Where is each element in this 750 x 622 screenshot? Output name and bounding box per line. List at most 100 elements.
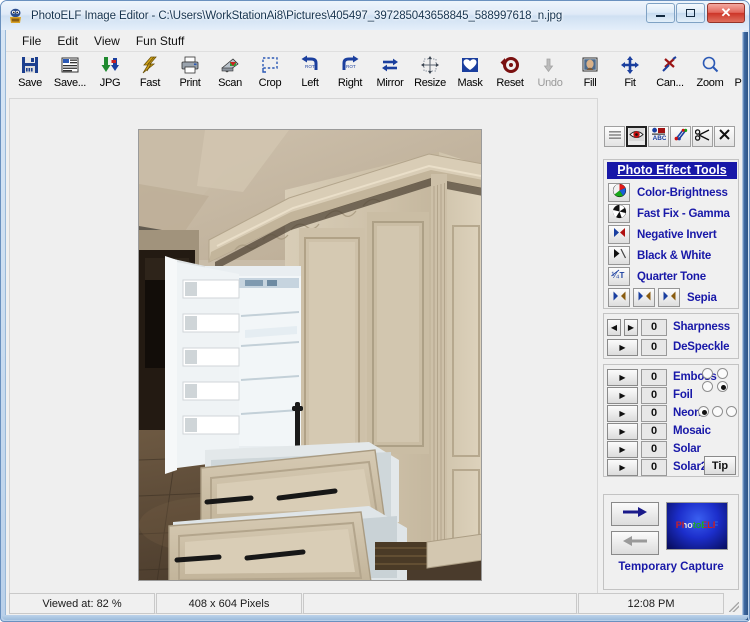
emboss-value[interactable]: 0 <box>641 368 667 386</box>
photoelf-icon <box>7 8 24 25</box>
paint-splash-icon <box>674 128 688 146</box>
close-button[interactable]: ✕ <box>707 3 745 23</box>
solar-increment-button[interactable]: ▶ <box>607 440 638 458</box>
invert-arrows-icon-button[interactable] <box>608 225 630 244</box>
neon-radio-3[interactable] <box>726 406 737 417</box>
photo-image[interactable] <box>138 129 482 581</box>
effect-row-quarter-tone[interactable]: ¼ T Quarter Tone <box>608 266 706 287</box>
paint-splash-icon-button[interactable] <box>670 126 691 147</box>
temporary-capture-thumbnail[interactable]: PhotoELF <box>666 502 728 550</box>
effect-row-sepia[interactable]: Sepia <box>608 287 717 308</box>
resize-grip-icon[interactable] <box>725 593 741 614</box>
menu-bar: File Edit View Fun Stuff <box>6 30 744 51</box>
sepia-arrows-icon-button-3[interactable] <box>658 288 680 307</box>
effect-row-fast-fix-gamma[interactable]: Fast Fix - Gamma <box>608 203 730 224</box>
toolbar-button-crop[interactable]: Crop <box>250 52 290 96</box>
effect-row-black-and-white[interactable]: Black & White <box>608 245 711 266</box>
close-x-icon-button[interactable] <box>714 126 735 147</box>
emboss-radio-1[interactable] <box>702 368 713 379</box>
emboss-radio-3[interactable] <box>702 381 713 392</box>
application-window: PhotoELF Image Editor - C:\Users\WorkSta… <box>0 0 750 622</box>
emboss-radio-group <box>702 368 730 392</box>
capture-back-button[interactable] <box>611 531 659 555</box>
effect-row-negative-invert[interactable]: Negative Invert <box>608 224 717 245</box>
toolbar-button-scan[interactable]: Scan <box>210 52 250 96</box>
sepia-arrows-icon-button-1[interactable] <box>608 288 630 307</box>
temporary-capture-label: Temporary Capture <box>618 561 724 573</box>
foil-value[interactable]: 0 <box>641 386 667 404</box>
emboss-radio-2[interactable] <box>717 368 728 379</box>
toolbar-label: P <box>734 77 742 89</box>
emboss-increment-button[interactable]: ▶ <box>607 368 638 386</box>
status-message <box>303 593 577 614</box>
menu-lines-icon-button[interactable] <box>604 126 625 147</box>
maximize-icon <box>677 4 704 22</box>
sepia-arrows-icon-button-2[interactable] <box>633 288 655 307</box>
solar2-increment-button[interactable]: ▶ <box>607 458 638 476</box>
gamma-pinwheel-icon <box>612 204 627 224</box>
sharpness-increment-button[interactable]: ▶ <box>624 318 638 336</box>
toolbar-button-save[interactable]: Save <box>10 52 50 96</box>
effect-row-color-brightness[interactable]: Color-Brightness <box>608 182 728 203</box>
despeckle-increment-button[interactable]: ▶ <box>607 338 638 356</box>
menu-item-view[interactable]: View <box>86 32 128 50</box>
slider-row-neon: ▶ 0 Neon <box>607 403 701 423</box>
toolbar-button-fast[interactable]: Fast <box>130 52 170 96</box>
toolbar-label: Zoom <box>696 77 724 89</box>
neon-increment-button[interactable]: ▶ <box>607 404 638 422</box>
toolbar-button-resize[interactable]: Resize <box>410 52 450 96</box>
toolbar-button-fit[interactable]: Fit <box>610 52 650 96</box>
red-eye-icon-button[interactable] <box>626 126 647 147</box>
image-canvas[interactable] <box>9 98 598 614</box>
toolbar-button-jpg[interactable]: JPG <box>90 52 130 96</box>
menu-item-edit[interactable]: Edit <box>49 32 86 50</box>
quarter-tone-icon-button[interactable]: ¼ T <box>608 267 630 286</box>
foil-increment-button[interactable]: ▶ <box>607 386 638 404</box>
capture-forward-button[interactable] <box>611 502 659 526</box>
neon-value[interactable]: 0 <box>641 404 667 422</box>
toolbar-button-rotate-left[interactable]: ROT Left <box>290 52 330 96</box>
mosaic-increment-button[interactable]: ▶ <box>607 422 638 440</box>
svg-text:ROT: ROT <box>346 64 356 69</box>
floppy-disk-icon <box>19 54 41 76</box>
solar2-value[interactable]: 0 <box>641 458 667 476</box>
cancel-x-icon <box>659 54 681 76</box>
menu-item-file[interactable]: File <box>14 32 49 50</box>
despeckle-value[interactable]: 0 <box>641 338 667 356</box>
toolbar-button-mirror[interactable]: Mirror <box>370 52 410 96</box>
toolbar-button-save-as[interactable]: Save... <box>50 52 90 96</box>
abc-text-icon-button[interactable]: ABC <box>648 126 669 147</box>
maximize-button[interactable] <box>676 3 705 23</box>
toolbar-button-rotate-right[interactable]: ROT Right <box>330 52 370 96</box>
toolbar-button-print[interactable]: Print <box>170 52 210 96</box>
toolbar-button-cancel[interactable]: Can... <box>650 52 690 96</box>
sharpness-value[interactable]: 0 <box>641 318 667 336</box>
abc-text-icon: ABC <box>651 127 667 146</box>
effect-label: Fast Fix - Gamma <box>637 207 730 220</box>
sepia-arrows-icon <box>662 289 677 307</box>
neon-radio-group <box>698 406 737 417</box>
gamma-pinwheel-icon-button[interactable] <box>608 204 630 223</box>
menu-item-fun-stuff[interactable]: Fun Stuff <box>128 32 192 50</box>
color-wheel-icon-button[interactable] <box>608 183 630 202</box>
solar-value[interactable]: 0 <box>641 440 667 458</box>
scissors-icon-button[interactable] <box>692 126 713 147</box>
neon-radio-2[interactable] <box>712 406 723 417</box>
svg-text:T: T <box>620 271 625 280</box>
bw-triangle-icon-button[interactable] <box>608 246 630 265</box>
toolbar-button-zoom[interactable]: Zoom <box>690 52 730 96</box>
rotate-right-icon: ROT <box>339 54 361 76</box>
sepia-arrows-icon <box>637 289 652 307</box>
mosaic-value[interactable]: 0 <box>641 422 667 440</box>
toolbar-label: Left <box>301 77 319 89</box>
toolbar-button-mask[interactable]: Mask <box>450 52 490 96</box>
toolbar-button-fill[interactable]: Fill <box>570 52 610 96</box>
sharpness-decrement-button[interactable]: ◀ <box>607 318 621 336</box>
slider-row-solar: ▶ 0 Solar <box>607 439 701 459</box>
minimize-button[interactable] <box>646 3 675 23</box>
tip-button[interactable]: Tip <box>704 456 736 475</box>
toolbar-button-undo[interactable]: Undo <box>530 52 570 96</box>
neon-radio-1[interactable] <box>698 406 709 417</box>
emboss-radio-4[interactable] <box>717 381 728 392</box>
toolbar-button-reset[interactable]: Reset <box>490 52 530 96</box>
